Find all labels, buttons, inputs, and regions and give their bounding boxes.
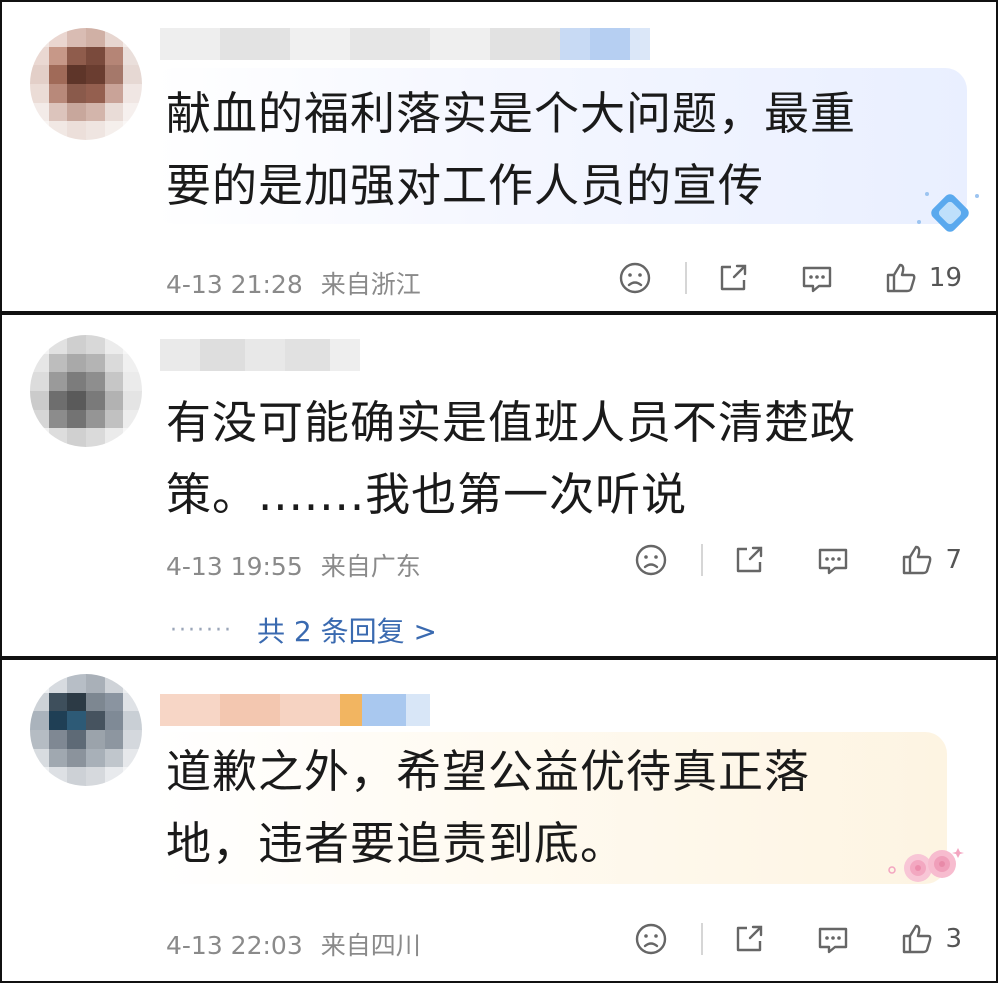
thumbs-up-icon [903, 545, 932, 575]
comment-text: 献血的福利落实是个大问题，最重 要的是加强对工作人员的宣传 [166, 78, 856, 222]
thumbs-up-icon [903, 924, 932, 954]
location: 来自四川 [320, 931, 421, 960]
comment-text: 有没可能确实是值班人员不清楚政 策。.......我也第一次听说 [166, 387, 856, 531]
comment-line: 策。.......我也第一次听说 [166, 468, 688, 521]
comment-icon[interactable] [815, 542, 851, 578]
comment-icon[interactable] [799, 260, 835, 296]
view-replies-link[interactable]: ······· 共 2 条回复 > [170, 610, 437, 650]
comment-actions: 7 [633, 542, 962, 578]
like-button[interactable]: 19 [883, 260, 962, 296]
comment-line: 有没可能确实是值班人员不清楚政 [166, 396, 857, 449]
comment-meta: 4-13 22:03 来自四川 [166, 926, 421, 962]
avatar[interactable] [30, 674, 142, 786]
avatar[interactable] [30, 335, 142, 447]
timestamp: 4-13 21:28 [166, 270, 303, 299]
share-icon[interactable] [731, 921, 767, 957]
like-button[interactable]: 7 [899, 542, 962, 578]
divider [701, 544, 704, 576]
like-count: 7 [945, 545, 962, 575]
like-count: 19 [928, 263, 962, 293]
username-blurred[interactable] [160, 28, 650, 60]
comment-line: 要的是加强对工作人员的宣传 [166, 159, 765, 212]
comment-line: 地，违者要追责到底。 [166, 817, 627, 870]
comment-actions: 19 [617, 260, 962, 296]
comment-meta: 4-13 21:28 来自浙江 [166, 265, 421, 301]
username-blurred[interactable] [160, 339, 360, 371]
comment-meta: 4-13 19:55 来自广东 [166, 547, 421, 583]
frown-icon[interactable] [633, 921, 669, 957]
frown-icon[interactable] [617, 260, 653, 296]
like-count: 3 [945, 924, 962, 954]
comment-line: 道歉之外，希望公益优待真正落 [166, 745, 811, 798]
username-blurred[interactable] [160, 694, 430, 726]
location: 来自广东 [320, 552, 421, 581]
location: 来自浙江 [320, 270, 421, 299]
like-button[interactable]: 3 [899, 921, 962, 957]
comment-actions: 3 [633, 921, 962, 957]
replies-dots: ······· [170, 617, 233, 643]
comment-card-2: 有没可能确实是值班人员不清楚政 策。.......我也第一次听说 4-13 19… [0, 313, 998, 658]
share-icon[interactable] [715, 260, 751, 296]
divider [701, 923, 704, 955]
diamond-badge-icon [917, 192, 979, 232]
replies-label: 共 2 条回复 > [256, 615, 437, 648]
thumbs-up-icon [886, 263, 916, 293]
timestamp: 4-13 19:55 [166, 552, 303, 581]
comment-card-1: 献血的福利落实是个大问题，最重 要的是加强对工作人员的宣传 4-13 21:28… [0, 0, 998, 313]
frown-icon[interactable] [633, 542, 669, 578]
divider [684, 262, 687, 294]
comment-text: 道歉之外，希望公益优待真正落 地，违者要追责到底。 [166, 736, 810, 880]
avatar[interactable] [30, 28, 142, 140]
comment-line: 献血的福利落实是个大问题，最重 [166, 87, 857, 140]
comment-card-3: 道歉之外，希望公益优待真正落 地，违者要追责到底。 4-13 22:03 来自四… [0, 658, 998, 983]
share-icon[interactable] [731, 542, 767, 578]
timestamp: 4-13 22:03 [166, 931, 303, 960]
rose-badge-icon [888, 848, 964, 882]
comment-icon[interactable] [815, 921, 851, 957]
